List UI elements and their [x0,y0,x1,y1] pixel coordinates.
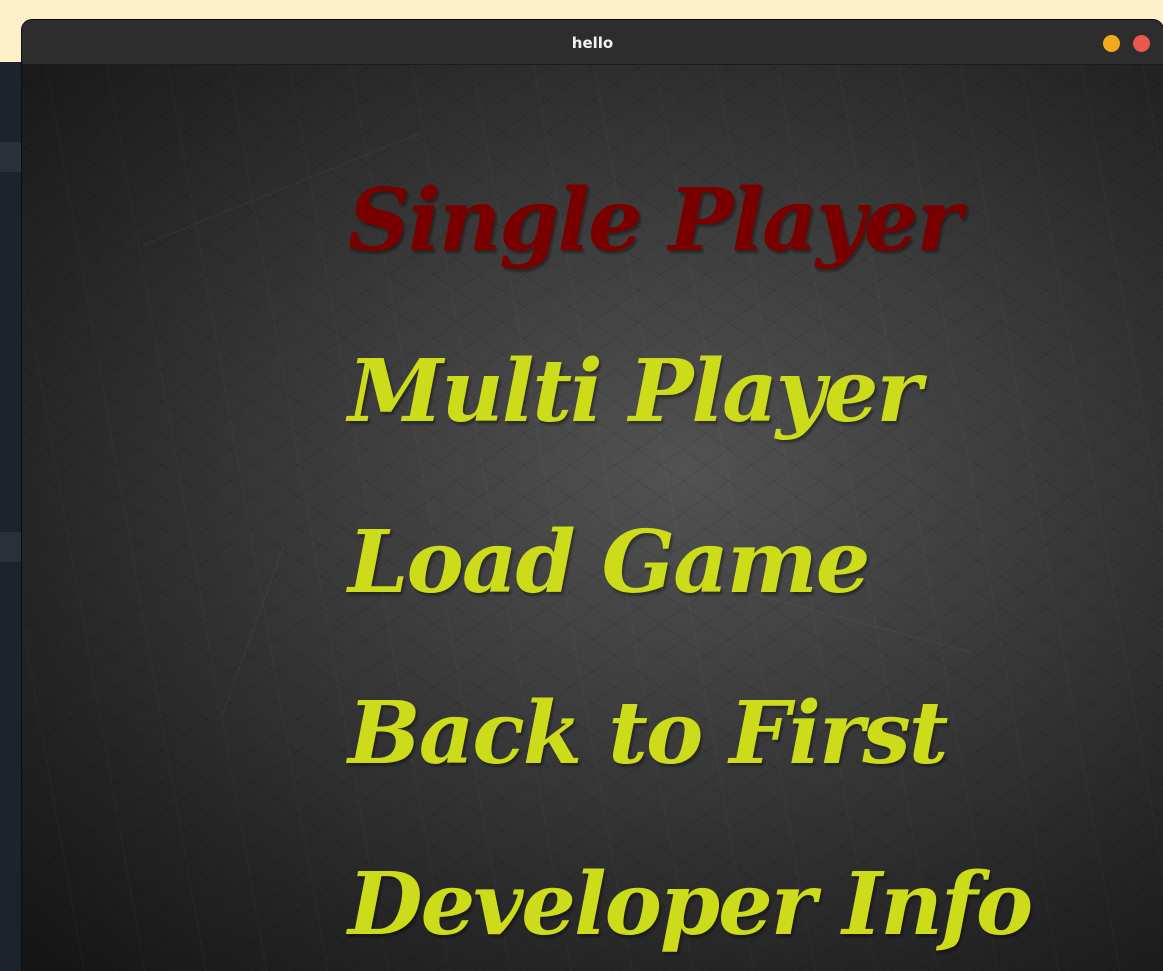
menu-item-developer-info[interactable]: Developer Info [348,819,1033,971]
game-canvas: Single Player Multi Player Load Game Bac… [22,65,1163,971]
menu-item-single-player[interactable]: Single Player [348,135,1031,306]
desktop-background-strip [0,62,22,971]
menu-item-back-to-first[interactable]: Back to First [348,648,1031,819]
desktop-panel-mark [0,142,22,172]
window-title: hello [571,34,614,52]
desktop-panel-mark [0,532,22,562]
window-titlebar[interactable]: hello [22,20,1163,65]
game-window: hello Single Player Multi Player Load Ga… [22,20,1163,971]
menu-item-load-game[interactable]: Load Game [348,477,1031,648]
close-button[interactable] [1133,35,1150,52]
main-menu: Single Player Multi Player Load Game Bac… [348,135,1033,971]
minimize-button[interactable] [1103,35,1120,52]
menu-item-multi-player[interactable]: Multi Player [348,306,1031,477]
